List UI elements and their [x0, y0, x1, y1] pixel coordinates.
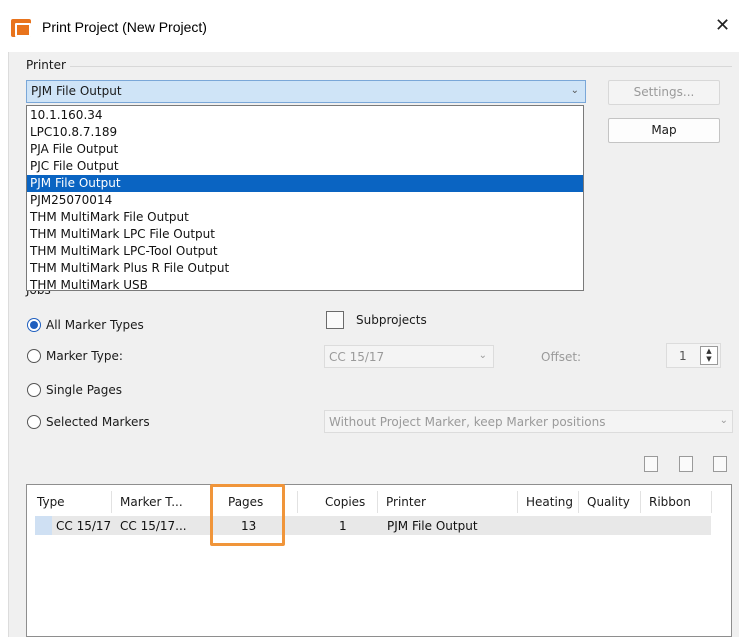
- remove-icon[interactable]: [713, 456, 727, 472]
- chevron-down-icon[interactable]: ⌄: [479, 350, 487, 361]
- column-divider: [711, 491, 712, 513]
- printer-option[interactable]: THM MultiMark LPC-Tool Output: [27, 243, 583, 260]
- jobs-table[interactable]: Type Marker T... Pages Copies Printer He…: [26, 484, 732, 637]
- chevron-down-icon[interactable]: ⌄: [720, 415, 728, 426]
- column-divider: [640, 491, 641, 513]
- selected-markers-label[interactable]: Selected Markers: [46, 415, 150, 429]
- marker-type-select-value: CC 15/17: [329, 350, 385, 364]
- single-pages-label[interactable]: Single Pages: [46, 383, 122, 397]
- column-header-type[interactable]: Type: [37, 495, 65, 509]
- column-divider: [517, 491, 518, 513]
- cell-type: CC 15/17: [56, 519, 112, 533]
- pages-highlight-box: [210, 484, 285, 546]
- cell-printer: PJM File Output: [387, 519, 478, 533]
- printer-option-selected[interactable]: PJM File Output: [27, 175, 583, 192]
- cell-marker-type: CC 15/17...: [120, 519, 187, 533]
- column-header-marker-type[interactable]: Marker T...: [120, 495, 183, 509]
- map-button[interactable]: Map: [608, 118, 720, 143]
- window-title: Print Project (New Project): [42, 19, 207, 35]
- subprojects-label[interactable]: Subprojects: [356, 313, 427, 327]
- printer-select[interactable]: PJM File Output ⌄: [26, 80, 586, 103]
- single-pages-radio[interactable]: [27, 383, 41, 397]
- cell-copies: 1: [339, 519, 347, 533]
- column-divider: [111, 491, 112, 513]
- printer-group-label: Printer: [26, 58, 66, 72]
- marker-positions-value: Without Project Marker, keep Marker posi…: [329, 415, 606, 429]
- column-divider: [377, 491, 378, 513]
- close-icon[interactable]: ✕: [715, 15, 730, 36]
- offset-label: Offset:: [541, 350, 582, 364]
- printer-option[interactable]: THM MultiMark USB: [27, 277, 583, 294]
- marker-positions-select[interactable]: Without Project Marker, keep Marker posi…: [324, 410, 733, 433]
- offset-stepper[interactable]: 1 ▲ ▼: [666, 343, 721, 368]
- column-header-heating[interactable]: Heating: [526, 495, 573, 509]
- printer-select-value: PJM File Output: [31, 84, 122, 98]
- offset-value: 1: [679, 349, 687, 363]
- column-header-printer[interactable]: Printer: [386, 495, 426, 509]
- row-color-swatch: [35, 516, 52, 535]
- marker-type-label[interactable]: Marker Type:: [46, 349, 123, 363]
- app-icon: [11, 19, 31, 37]
- stepper-arrows-icon[interactable]: ▲ ▼: [700, 346, 718, 365]
- column-header-ribbon[interactable]: Ribbon: [649, 495, 691, 509]
- printer-option[interactable]: 10.1.160.34: [27, 107, 583, 124]
- all-marker-types-label[interactable]: All Marker Types: [46, 318, 144, 332]
- all-marker-types-radio[interactable]: [27, 318, 41, 332]
- move-down-icon[interactable]: [679, 456, 693, 472]
- chevron-down-icon[interactable]: ⌄: [571, 85, 579, 96]
- title-bar: Print Project (New Project) ✕: [0, 0, 739, 52]
- printer-option[interactable]: THM MultiMark LPC File Output: [27, 226, 583, 243]
- printer-option[interactable]: PJM25070014: [27, 192, 583, 209]
- printer-option[interactable]: THM MultiMark Plus R File Output: [27, 260, 583, 277]
- marker-type-radio[interactable]: [27, 349, 41, 363]
- printer-dropdown-list[interactable]: 10.1.160.34 LPC10.8.7.189 PJA File Outpu…: [26, 105, 584, 294]
- column-header-quality[interactable]: Quality: [587, 495, 630, 509]
- subprojects-icon[interactable]: [326, 311, 344, 329]
- printer-option[interactable]: PJA File Output: [27, 141, 583, 158]
- printer-option[interactable]: PJC File Output: [27, 158, 583, 175]
- column-divider: [578, 491, 579, 513]
- printer-option[interactable]: THM MultiMark File Output: [27, 209, 583, 226]
- printer-group-divider: [70, 66, 732, 67]
- marker-type-select[interactable]: CC 15/17 ⌄: [324, 345, 494, 368]
- column-divider: [297, 491, 298, 513]
- move-up-icon[interactable]: [644, 456, 658, 472]
- selected-markers-radio[interactable]: [27, 415, 41, 429]
- column-header-copies[interactable]: Copies: [325, 495, 365, 509]
- printer-option[interactable]: LPC10.8.7.189: [27, 124, 583, 141]
- table-row[interactable]: CC 15/17 CC 15/17... 13 1 PJM File Outpu…: [35, 516, 711, 535]
- settings-button[interactable]: Settings...: [608, 80, 720, 105]
